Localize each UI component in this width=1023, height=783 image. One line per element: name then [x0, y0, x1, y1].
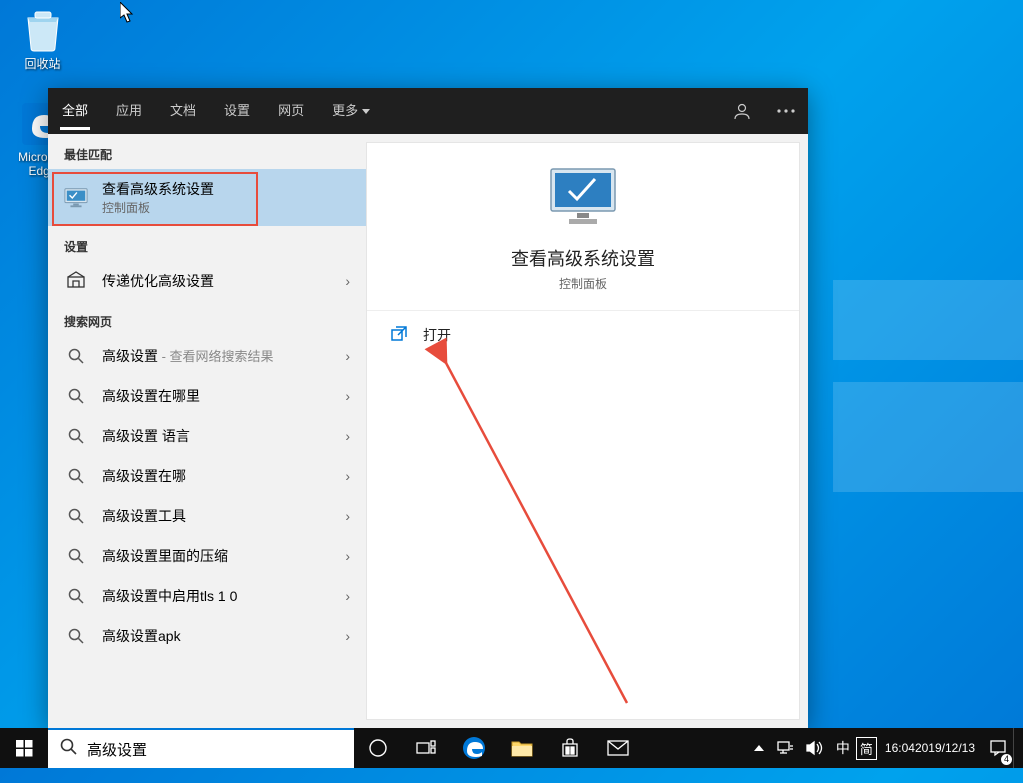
- taskbar-search[interactable]: [48, 728, 354, 768]
- result-label: 高级设置在哪: [102, 466, 345, 486]
- result-label: 传递优化高级设置: [102, 271, 345, 291]
- result-web-item[interactable]: 高级设置在哪里 ›: [48, 376, 366, 416]
- detail-subtitle: 控制面板: [367, 275, 799, 292]
- background-light: [833, 382, 1023, 492]
- result-web-item[interactable]: 高级设置在哪 ›: [48, 456, 366, 496]
- result-web-item[interactable]: 高级设置 语言 ›: [48, 416, 366, 456]
- chevron-right-icon: ›: [345, 468, 350, 484]
- result-web-item[interactable]: 高级设置工具 ›: [48, 496, 366, 536]
- tray-ime[interactable]: 中: [830, 728, 856, 768]
- taskbar-edge[interactable]: [450, 728, 498, 768]
- search-icon: [64, 504, 88, 528]
- recycle-bin-label: 回收站: [5, 55, 80, 72]
- detail-title: 查看高级系统设置: [367, 245, 799, 271]
- result-label: 高级设置在哪里: [102, 386, 345, 406]
- search-header: 全部 应用 文档 设置 网页 更多: [48, 88, 808, 134]
- cortana-button[interactable]: [354, 728, 402, 768]
- show-desktop-button[interactable]: [1013, 728, 1019, 768]
- results-list: 最佳匹配 查看高级系统设置 控制面板 设置 传递优化高级设置 › 搜索网页: [48, 134, 366, 728]
- background-light: [833, 280, 1023, 360]
- tray-volume-icon[interactable]: [800, 728, 830, 768]
- result-label: 高级设置apk: [102, 626, 345, 646]
- tray-overflow[interactable]: [748, 728, 770, 768]
- chevron-down-icon: [362, 109, 370, 114]
- system-tray: 中 简 16:04 2019/12/13 4: [748, 728, 1023, 768]
- tab-more[interactable]: 更多: [318, 88, 384, 134]
- delivery-icon: [64, 269, 88, 293]
- search-icon: [60, 738, 77, 760]
- chevron-right-icon: ›: [345, 348, 350, 364]
- notif-badge: 4: [1001, 754, 1012, 765]
- tray-date: 2019/12/13: [915, 741, 975, 755]
- result-label: 高级设置: [102, 348, 158, 364]
- open-icon: [391, 326, 409, 344]
- chevron-right-icon: ›: [345, 388, 350, 404]
- result-label: 高级设置中启用tls 1 0: [102, 586, 345, 606]
- monitor-icon: [64, 186, 88, 210]
- recycle-bin[interactable]: 回收站: [5, 5, 80, 72]
- tab-settings[interactable]: 设置: [210, 88, 264, 134]
- search-input[interactable]: [77, 741, 342, 758]
- result-web-item[interactable]: 高级设置中启用tls 1 0 ›: [48, 576, 366, 616]
- start-button[interactable]: [0, 728, 48, 768]
- chevron-right-icon: ›: [345, 273, 350, 289]
- chevron-right-icon: ›: [345, 588, 350, 604]
- search-icon: [64, 544, 88, 568]
- taskbar-mail[interactable]: [594, 728, 642, 768]
- taskbar-store[interactable]: [546, 728, 594, 768]
- tab-apps[interactable]: 应用: [102, 88, 156, 134]
- cursor-icon: [120, 2, 138, 24]
- tray-notifications[interactable]: 4: [983, 728, 1013, 768]
- chevron-right-icon: ›: [345, 508, 350, 524]
- more-options-icon[interactable]: [764, 88, 808, 134]
- taskbar: 中 简 16:04 2019/12/13 4: [0, 728, 1023, 768]
- search-icon: [64, 384, 88, 408]
- result-web-item[interactable]: 高级设置apk ›: [48, 616, 366, 656]
- section-settings: 设置: [48, 226, 366, 261]
- result-title: 查看高级系统设置: [102, 179, 214, 199]
- search-icon: [64, 624, 88, 648]
- tray-time: 16:04: [885, 741, 915, 755]
- chevron-right-icon: ›: [345, 548, 350, 564]
- taskbar-explorer[interactable]: [498, 728, 546, 768]
- chevron-right-icon: ›: [345, 428, 350, 444]
- section-best-match: 最佳匹配: [48, 134, 366, 169]
- result-web-item[interactable]: 高级设置里面的压缩 ›: [48, 536, 366, 576]
- tab-docs[interactable]: 文档: [156, 88, 210, 134]
- search-icon: [64, 344, 88, 368]
- tray-ime2[interactable]: 简: [856, 737, 877, 760]
- section-web: 搜索网页: [48, 301, 366, 336]
- result-label: 高级设置 语言: [102, 426, 345, 446]
- open-action[interactable]: 打开: [367, 311, 799, 359]
- monitor-large-icon: [547, 167, 619, 227]
- search-icon: [64, 464, 88, 488]
- task-view-button[interactable]: [402, 728, 450, 768]
- result-subtitle: 控制面板: [102, 199, 214, 216]
- tray-clock[interactable]: 16:04 2019/12/13: [877, 728, 983, 768]
- search-icon: [64, 584, 88, 608]
- open-label: 打开: [423, 325, 451, 345]
- detail-panel: 查看高级系统设置 控制面板 打开: [366, 142, 800, 720]
- result-label: 高级设置里面的压缩: [102, 546, 345, 566]
- tray-network-icon[interactable]: [770, 728, 800, 768]
- result-best-match[interactable]: 查看高级系统设置 控制面板: [48, 169, 366, 226]
- result-hint: - 查看网络搜索结果: [158, 349, 274, 364]
- chevron-right-icon: ›: [345, 628, 350, 644]
- tab-all[interactable]: 全部: [48, 88, 102, 134]
- result-label: 高级设置工具: [102, 506, 345, 526]
- result-web-item[interactable]: 高级设置 - 查看网络搜索结果 ›: [48, 336, 366, 376]
- search-panel: 全部 应用 文档 设置 网页 更多 最佳匹配 查看高级系统设置 控制面板: [48, 88, 808, 728]
- tab-more-label: 更多: [332, 103, 358, 118]
- recycle-bin-icon: [19, 5, 67, 53]
- account-icon[interactable]: [720, 88, 764, 134]
- tab-web[interactable]: 网页: [264, 88, 318, 134]
- search-icon: [64, 424, 88, 448]
- result-settings-item[interactable]: 传递优化高级设置 ›: [48, 261, 366, 301]
